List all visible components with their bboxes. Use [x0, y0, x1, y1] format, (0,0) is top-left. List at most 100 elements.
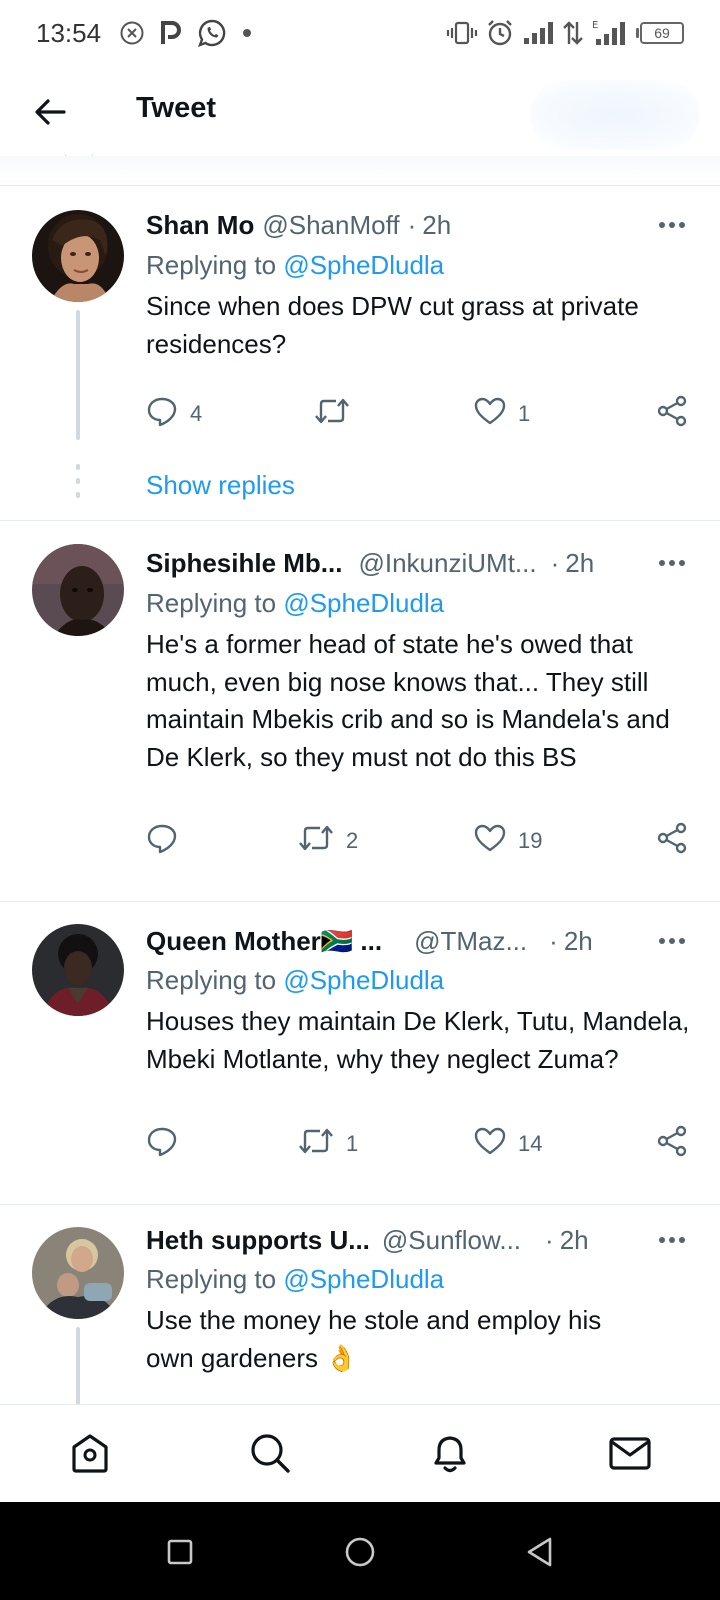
share-button[interactable]: [656, 821, 688, 861]
replying-to-handle[interactable]: @SpheDludla: [283, 1264, 444, 1294]
tweet-actions: 2 19: [146, 821, 690, 861]
retweet-button[interactable]: 2: [298, 821, 358, 861]
share-icon: [656, 822, 688, 860]
user-handle[interactable]: @TMaz...: [414, 926, 527, 957]
user-handle[interactable]: @InkunziUMt...: [358, 548, 536, 579]
replying-to-handle[interactable]: @SpheDludla: [283, 965, 444, 995]
replying-to: Replying to @SpheDludla: [146, 965, 445, 995]
reply-button[interactable]: [146, 1124, 190, 1164]
reply-icon: [146, 1125, 178, 1163]
vibrate-icon: [446, 20, 478, 46]
close-circle-icon: [119, 20, 145, 46]
replying-to-handle[interactable]: @SpheDludla: [283, 250, 444, 280]
like-count: 19: [518, 828, 543, 853]
heart-icon: [474, 396, 506, 432]
tweet-header: Siphesihle Mb... @InkunziUMt... · 2h: [146, 547, 595, 579]
reply-tweet-3[interactable]: Queen Mother🇿🇦 ... @TMaz... · 2h Replyin…: [0, 902, 720, 1204]
arrow-left-icon[interactable]: [30, 92, 70, 132]
more-options-icon[interactable]: [652, 546, 692, 580]
more-options-icon[interactable]: [652, 1223, 692, 1257]
mail-icon[interactable]: [606, 1429, 654, 1477]
display-name[interactable]: Siphesihle Mb...: [146, 548, 342, 579]
share-icon: [656, 1125, 688, 1163]
reply-button[interactable]: 4: [146, 394, 202, 434]
retweet-button[interactable]: [314, 394, 362, 434]
retweet-count: 2: [346, 828, 359, 853]
share-icon: [656, 395, 688, 433]
header-divider: [0, 156, 720, 186]
tweet-text: Houses they maintain De Klerk, Tutu, Man…: [146, 1006, 690, 1074]
svg-text:E: E: [592, 20, 598, 31]
more-options-icon[interactable]: [652, 924, 692, 958]
header-blur-overlay: [530, 80, 700, 150]
thread-line: [76, 1327, 80, 1407]
replying-to: Replying to @SpheDludla: [146, 1264, 445, 1294]
replying-to: Replying to @SpheDludla: [146, 588, 445, 618]
retweet-icon: [298, 823, 334, 859]
like-button[interactable]: 14: [474, 1124, 542, 1164]
replying-to-handle[interactable]: @SpheDludla: [283, 588, 444, 618]
share-button[interactable]: [656, 394, 688, 434]
reply-button[interactable]: [146, 821, 190, 861]
top-header: Tweet: [0, 66, 720, 162]
status-bar: 13:54 E 69: [0, 0, 720, 66]
reply-icon: [146, 395, 178, 433]
like-count: 14: [518, 1131, 543, 1156]
reply-tweet-2[interactable]: Siphesihle Mb... @InkunziUMt... · 2h Rep…: [0, 521, 720, 901]
bottom-navigation: [0, 1404, 720, 1502]
signal-icon: [522, 20, 554, 46]
avatar[interactable]: [32, 924, 124, 1016]
status-time: 13:54: [36, 17, 102, 48]
more-options-icon[interactable]: [652, 208, 692, 242]
alarm-icon: [486, 19, 514, 47]
thread-line: [76, 310, 80, 440]
recents-square-icon[interactable]: [160, 1532, 200, 1572]
heart-icon: [474, 823, 506, 859]
share-button[interactable]: [656, 1124, 688, 1164]
tweet-text: Since when does DPW cut grass at private…: [146, 291, 639, 359]
home-circle-icon[interactable]: [340, 1532, 380, 1572]
page-title: Tweet: [136, 92, 217, 124]
thread-dots: [76, 464, 80, 506]
like-button[interactable]: 19: [474, 821, 542, 861]
user-handle[interactable]: @Sunflow...: [382, 1225, 521, 1256]
tweet-text: Use the money he stole and employ his ow…: [146, 1305, 602, 1373]
retweet-button[interactable]: 1: [298, 1124, 358, 1164]
bell-icon[interactable]: [426, 1429, 474, 1477]
back-triangle-icon[interactable]: [520, 1532, 560, 1572]
display-name[interactable]: Shan Mo: [146, 210, 254, 241]
reply-tweet-4[interactable]: Heth supports U... @Sunflow... · 2h Repl…: [0, 1205, 720, 1407]
avatar[interactable]: [32, 1227, 124, 1319]
battery-icon: 69: [636, 22, 684, 44]
data-arrows-icon: [562, 20, 584, 46]
tweet-time: 2h: [422, 209, 452, 240]
tweet-time: 2h: [565, 547, 595, 578]
tweet-time: 2h: [559, 1224, 589, 1255]
home-icon[interactable]: [66, 1429, 114, 1477]
tweet-header: Queen Mother🇿🇦 ... @TMaz... · 2h: [146, 925, 593, 957]
retweet-icon: [314, 396, 350, 432]
like-button[interactable]: 1: [474, 394, 530, 434]
search-icon[interactable]: [246, 1429, 294, 1477]
tweet-actions: 4 1: [146, 394, 690, 434]
signal-e-icon: E: [592, 19, 628, 47]
retweet-icon: [298, 1126, 334, 1162]
avatar[interactable]: [32, 544, 124, 636]
user-handle[interactable]: @ShanMoff: [262, 210, 399, 241]
reply-count: 4: [190, 401, 203, 426]
reply-icon: [146, 822, 178, 860]
tweet-text: He's a former head of state he's owed th…: [146, 629, 670, 772]
show-replies-link[interactable]: Show replies: [146, 470, 295, 501]
tweet-header: Shan Mo @ShanMoff · 2h: [146, 209, 452, 241]
dot-icon: [241, 27, 253, 39]
whatsapp-icon: [197, 18, 227, 48]
reply-tweet-1[interactable]: Shan Mo @ShanMoff · 2h Replying to @Sphe…: [0, 186, 720, 520]
avatar[interactable]: [32, 210, 124, 302]
like-count: 1: [518, 401, 531, 426]
tweet-actions: 1 14: [146, 1124, 690, 1164]
heart-icon: [474, 1126, 506, 1162]
battery-level: 69: [640, 22, 684, 44]
p-app-icon: [159, 20, 183, 46]
display-name[interactable]: Queen Mother🇿🇦 ...: [146, 926, 382, 957]
display-name[interactable]: Heth supports U...: [146, 1225, 370, 1256]
